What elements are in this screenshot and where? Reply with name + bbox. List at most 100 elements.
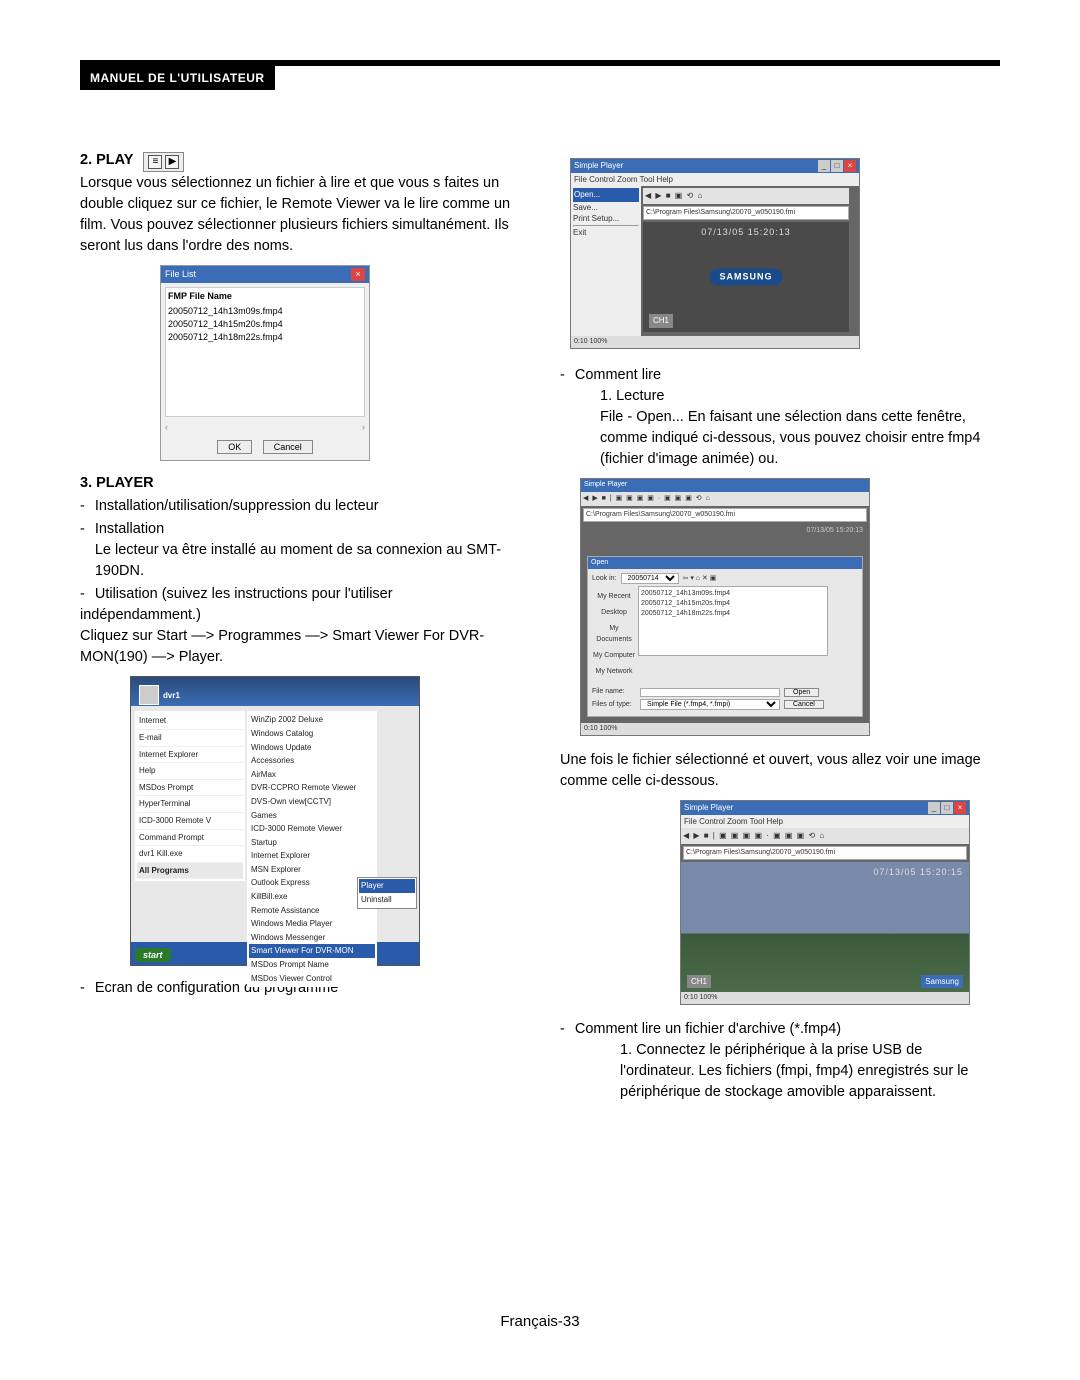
step1-label: 1. Lecture — [600, 386, 1000, 407]
startmenu-item[interactable]: DVR-CCPRO Remote Viewer — [249, 781, 375, 795]
startmenu-item[interactable]: MSDos Viewer Control — [249, 972, 375, 986]
player-timestamp: 07/13/05 15:20:15 — [681, 862, 969, 879]
player-file-menu: Open... Save... Print Setup... Exit — [571, 186, 641, 336]
play-icon: ▶ — [165, 155, 179, 169]
after-open: Une fois le fichier sélectionné et ouver… — [560, 750, 1000, 792]
startmenu-item[interactable]: MSDos Prompt Name — [249, 958, 375, 972]
sidebar-item[interactable]: My Documents — [592, 624, 636, 644]
cancel-button[interactable]: Cancel — [263, 440, 313, 454]
player-status: 0:10 100% — [574, 338, 607, 345]
file-item[interactable]: 20050712_14h18m22s.fmp4 — [641, 609, 825, 619]
startmenu-item[interactable]: Internet Explorer — [249, 849, 375, 863]
submenu-item[interactable]: Uninstall — [359, 893, 415, 907]
lookin-select[interactable]: 20050714 — [621, 573, 679, 584]
player-menubar[interactable]: File Control Zoom Tool Help — [571, 173, 859, 187]
maximize-icon[interactable]: □ — [831, 160, 843, 172]
filelist-row[interactable]: 20050712_14h18m22s.fmp4 — [168, 331, 362, 344]
play-body: Lorsque vous sélectionnez un fichier à l… — [80, 173, 520, 257]
lookin-label: Look in: — [592, 574, 617, 584]
ok-button[interactable]: OK — [217, 440, 252, 454]
menu-item[interactable]: Exit — [573, 227, 639, 239]
startmenu-item[interactable]: ICD-3000 Remote Viewer — [249, 822, 375, 836]
list-icon: ≡ — [148, 155, 162, 169]
file-item[interactable]: 20050712_14h13m09s.fmp4 — [641, 589, 825, 599]
startmenu-item[interactable]: Internet Explorer — [137, 747, 243, 764]
menu-item[interactable]: Open... — [573, 188, 639, 202]
player-timestamp: 07/13/05 15:20:13 — [643, 222, 849, 239]
startmenu-item[interactable]: MSN Explorer — [249, 863, 375, 877]
sidebar-item[interactable]: My Recent — [592, 592, 636, 602]
player-pathbar[interactable]: C:\Program Files\Samsung\20070_w050190.f… — [583, 508, 867, 522]
filename-input[interactable] — [640, 688, 780, 697]
player-pathbar[interactable]: C:\Program Files\Samsung\20070_w050190.f… — [683, 846, 967, 860]
channel-badge: CH1 — [649, 314, 673, 328]
player-menubar[interactable]: File Control Zoom Tool Help — [681, 815, 969, 829]
channel-badge: Samsung — [921, 975, 963, 989]
player-pathbar[interactable]: C:\Program Files\Samsung\20070_w050190.f… — [643, 206, 849, 220]
startmenu-item[interactable]: Accessories — [249, 754, 375, 768]
startmenu-item[interactable]: WinZip 2002 Deluxe — [249, 713, 375, 727]
filetype-label: Files of type: — [592, 700, 636, 710]
menu-item[interactable]: Save... — [573, 202, 639, 214]
player-titlebar: Simple Player — [581, 479, 869, 491]
startmenu-item[interactable]: Help — [137, 763, 243, 780]
sidebar-item[interactable]: My Network — [592, 667, 636, 677]
maximize-icon[interactable]: □ — [941, 802, 953, 814]
figure-filelist-dialog: File List × FMP File Name 20050712_14h13… — [160, 265, 370, 461]
close-icon[interactable]: × — [844, 160, 856, 172]
opendlg-title: Open — [588, 557, 862, 569]
startmenu-item[interactable]: Games — [249, 809, 375, 823]
submenu-item[interactable]: Player — [359, 879, 415, 893]
opendlg-filelist: 20050712_14h13m09s.fmp4 20050712_14h15m2… — [638, 586, 828, 656]
filelist-row[interactable]: 20050712_14h15m20s.fmp4 — [168, 318, 362, 331]
startmenu-item[interactable]: HyperTerminal — [137, 796, 243, 813]
startmenu-item[interactable]: Windows Catalog — [249, 727, 375, 741]
startmenu-item[interactable]: AirMax — [249, 768, 375, 782]
startmenu-item[interactable]: Internet — [137, 713, 243, 730]
main-columns: 2. PLAY ≡ ▶ Lorsque vous sélectionnez un… — [80, 150, 1000, 1103]
toolbar-icons[interactable]: ◀ ▶ ■ | ▣ ▣ ▣ ▣ · ▣ ▣ ▣ ⟲ ⌂ — [581, 492, 869, 506]
startmenu-item[interactable]: DVS-Own view[CCTV] — [249, 795, 375, 809]
player-toolbar[interactable]: ◀ ▶ ■ | ▣ ▣ ▣ ▣ · ▣ ▣ ▣ ⟲ ⌂ — [681, 828, 969, 844]
sidebar-item[interactable]: Desktop — [592, 608, 636, 618]
channel-badge: CH1 — [687, 975, 711, 989]
minimize-icon[interactable]: _ — [818, 160, 830, 172]
menu-item[interactable]: Print Setup... — [573, 213, 639, 225]
player-status: 0:10 100% — [684, 994, 717, 1001]
startmenu-right-pane: WinZip 2002 Deluxe Windows Catalog Windo… — [247, 711, 377, 987]
nav-icons[interactable]: ⇦ ▾ ⌂ ✕ ▣ — [683, 574, 717, 584]
startmenu-item[interactable]: E-mail — [137, 730, 243, 747]
cancel-button[interactable]: Cancel — [784, 700, 824, 709]
startmenu-item[interactable]: dvr1 Kill.exe — [137, 846, 243, 863]
player-item: Utilisation (suivez les instructions pou… — [95, 584, 520, 605]
startmenu-allprograms[interactable]: All Programs — [137, 863, 243, 880]
player-video: 07/13/05 15:20:13 SAMSUNG CH1 — [643, 222, 849, 332]
minimize-icon[interactable]: _ — [928, 802, 940, 814]
player-path: Cliquez sur Start —> Programmes —> Smart… — [80, 626, 520, 668]
startmenu-item[interactable]: Windows Update — [249, 741, 375, 755]
open-button[interactable]: Open — [784, 688, 819, 697]
close-icon[interactable]: × — [954, 802, 966, 814]
startmenu-item-selected[interactable]: Smart Viewer For DVR-MON — [249, 944, 375, 958]
player-item-cont: indépendamment.) — [80, 605, 520, 626]
avatar — [139, 685, 159, 705]
player-video: 07/13/05 15:20:15 CH1 Samsung — [681, 862, 969, 992]
startmenu-item[interactable]: Command Prompt — [137, 830, 243, 847]
filelist-row[interactable]: 20050712_14h13m09s.fmp4 — [168, 305, 362, 318]
startmenu-item[interactable]: MSDos Prompt — [137, 780, 243, 797]
startmenu-item[interactable]: Windows Messenger — [249, 931, 375, 945]
file-item[interactable]: 20050712_14h15m20s.fmp4 — [641, 599, 825, 609]
sidebar-item[interactable]: My Computer — [592, 651, 636, 661]
startmenu-item[interactable]: Startup — [249, 836, 375, 850]
close-icon[interactable]: × — [351, 268, 365, 281]
page-footer: Français-33 — [0, 1313, 1080, 1330]
start-button[interactable]: start — [135, 948, 171, 962]
startmenu-item[interactable]: Windows Media Player — [249, 917, 375, 931]
startmenu-item[interactable]: ICD-3000 Remote V — [137, 813, 243, 830]
status: 0:10 100% — [584, 725, 617, 732]
outer-timestamp: 07/13/05 15:20:13 — [581, 524, 869, 538]
player-toolbar[interactable]: ◀ ▶ ■ ▣ ⟲ ⌂ — [643, 188, 849, 204]
figure-open-dialog: Simple Player ◀ ▶ ■ | ▣ ▣ ▣ ▣ · ▣ ▣ ▣ ⟲ … — [580, 478, 870, 736]
archive-label: Comment lire un fichier d'archive (*.fmp… — [575, 1019, 1000, 1040]
filetype-select[interactable]: Simple File (*.fmp4, *.fmpi) — [640, 699, 780, 710]
